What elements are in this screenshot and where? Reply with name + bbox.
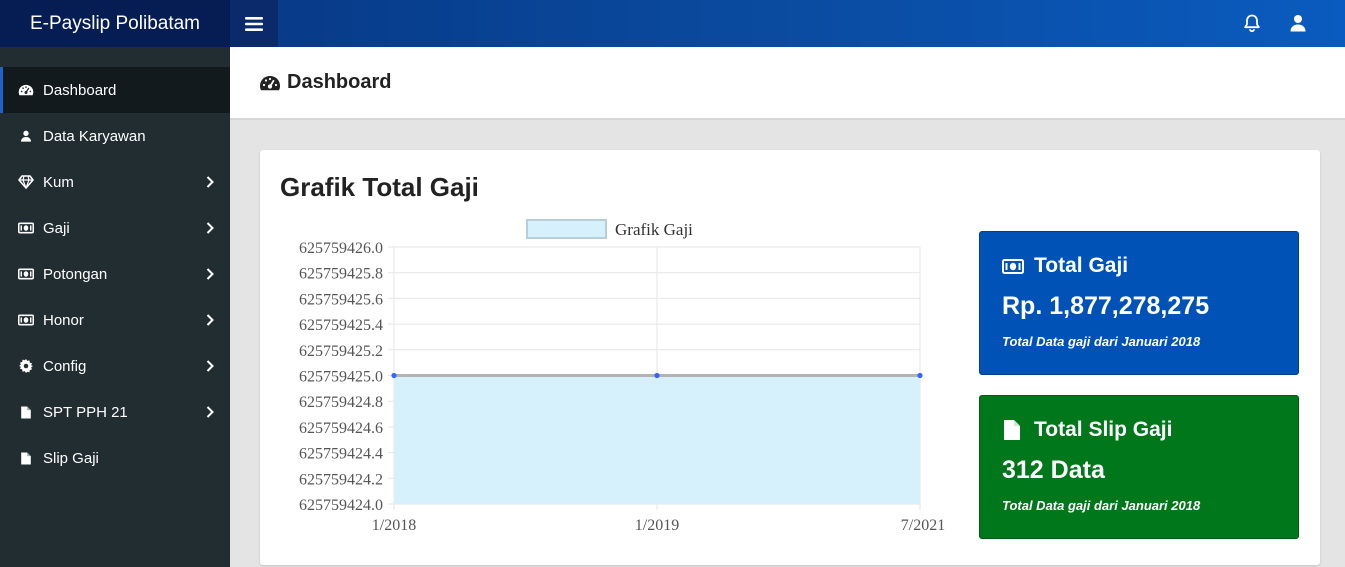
dashboard-icon [260,75,280,90]
y-tick-label: 625759425.2 [299,343,383,360]
money-icon [1002,255,1026,277]
chevron-right-icon [206,268,214,280]
sidebar-item-dashboard[interactable]: Dashboard [0,67,230,113]
sidebar-menu: Dashboard Data Karyawan Kum Gaji Potongan Hon… [0,67,230,481]
y-tick-label: 625759425.6 [299,291,383,308]
user-menu-button[interactable] [1287,12,1309,34]
chevron-right-icon [206,314,214,326]
y-tick-label: 625759424.8 [299,394,383,411]
y-tick-label: 625759424.6 [299,420,383,437]
sidebar-item-label: Honor [43,311,84,329]
series-area [394,375,920,504]
sidebar-item-label: SPT PPH 21 [43,403,128,421]
y-tick-label: 625759426.0 [299,240,383,257]
dashboard-icon [18,82,34,98]
card-note: Total Data gaji dari Januari 2018 [1002,498,1201,513]
sidebar-item-config[interactable]: Config [0,343,230,389]
brand-logo[interactable]: E-Payslip Polibatam [0,0,230,47]
money-icon [18,220,34,236]
sidebar-toggle-button[interactable] [230,0,278,47]
panel-title: Grafik Total Gaji [280,172,479,202]
chart-legend[interactable]: Grafik Gaji [526,219,693,239]
file-icon [18,404,34,420]
y-tick-label: 625759425.8 [299,266,383,283]
x-tick-label: 1/2019 [635,517,679,534]
bell-icon [1244,14,1260,33]
file-icon [1002,419,1026,441]
hamburger-icon [245,16,263,31]
chevron-right-icon [206,406,214,418]
sidebar-item-spt-pph-21[interactable]: SPT PPH 21 [0,389,230,435]
sidebar-item-slip-gaji[interactable]: Slip Gaji [0,435,230,481]
money-icon [18,266,34,282]
sidebar-item-label: Data Karyawan [43,127,146,145]
sidebar-item-label: Kum [43,173,74,191]
file-icon [18,450,34,466]
money-icon [18,312,34,328]
diamond-icon [18,174,34,190]
sidebar-item-label: Slip Gaji [43,449,99,467]
sidebar-item-honor[interactable]: Honor [0,297,230,343]
chevron-right-icon [206,222,214,234]
y-tick-label: 625759425.4 [299,317,383,334]
top-navbar: E-Payslip Polibatam [0,0,1345,47]
y-tick-label: 625759425.0 [299,369,383,386]
y-tick-label: 625759424.4 [299,446,383,463]
card-note: Total Data gaji dari Januari 2018 [1002,334,1201,349]
chevron-right-icon [206,176,214,188]
card-value: Rp. 1,877,278,275 [1002,292,1210,320]
legend-label: Grafik Gaji [615,220,693,239]
chevron-right-icon [206,360,214,372]
user-icon [1290,15,1306,32]
x-tick-label: 1/2018 [372,517,416,534]
gear-icon [18,358,34,374]
sidebar-item-data-karyawan[interactable]: Data Karyawan [0,113,230,159]
total-slip-gaji-card: Total Slip Gaji 312 Data Total Data gaji… [979,395,1299,539]
sidebar-item-label: Gaji [43,219,70,237]
data-point[interactable] [917,372,923,379]
card-title: Total Gaji [1034,254,1129,277]
sidebar-item-label: Potongan [43,265,108,283]
salary-area-chart: 625759426.0 625759425.8 625759425.6 6257594… [299,219,945,534]
sidebar-item-kum[interactable]: Kum [0,159,230,205]
sidebar-item-label: Dashboard [43,81,117,99]
data-point[interactable] [654,372,660,379]
content-header: Dashboard [230,47,1345,120]
y-tick-label: 625759424.2 [299,471,383,488]
sidebar: Dashboard Data Karyawan Kum Gaji Potongan Hon… [0,47,230,567]
dashboard-panel: Grafik Total Gaji 625759426.0 625759425.8… [260,150,1320,565]
card-title: Total Slip Gaji [1034,418,1173,441]
card-value: 312 Data [1002,456,1105,484]
total-gaji-card: Total Gaji Rp. 1,877,278,275 Total Data … [979,231,1299,375]
sidebar-item-label: Config [43,357,87,375]
legend-swatch [526,219,607,239]
user-icon [18,128,34,144]
y-tick-label: 625759424.0 [299,497,383,514]
x-tick-label: 7/2021 [901,517,945,534]
sidebar-item-gaji[interactable]: Gaji [0,205,230,251]
page-title: Dashboard [287,71,392,93]
sidebar-item-potongan[interactable]: Potongan [0,251,230,297]
notifications-button[interactable] [1241,12,1263,34]
data-point[interactable] [391,372,397,379]
